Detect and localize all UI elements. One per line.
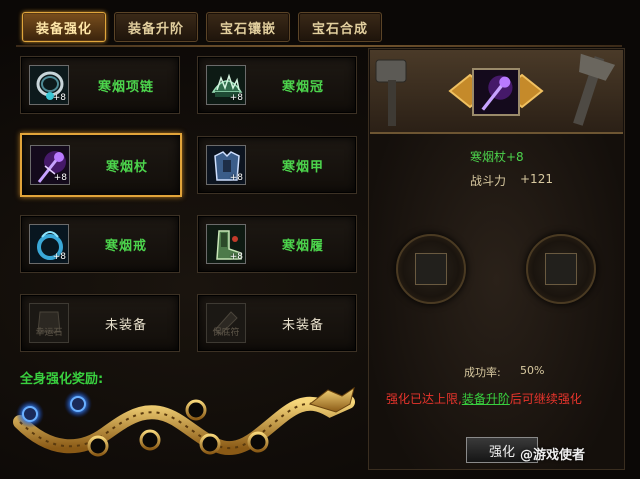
item-level: +8 <box>53 173 67 183</box>
helmet-icon: +8 <box>206 65 246 105</box>
tab-gem-synthesis[interactable]: 宝石合成 <box>298 12 382 42</box>
selected-item-name: 寒烟杖+8 <box>470 150 524 164</box>
tab-equipment-strengthen[interactable]: 装备强化 <box>22 12 106 42</box>
armor-icon: +8 <box>206 145 246 185</box>
message-prefix: 强化已达上限, <box>386 392 462 406</box>
equipment-slot-armor[interactable]: +8 寒烟甲 <box>197 136 357 194</box>
equipment-slot-necklace[interactable]: +8 寒烟项链 <box>20 56 180 114</box>
equipment-name: 寒烟杖 <box>105 159 148 175</box>
equipment-slot-lucky-stone[interactable]: 幸运石 未装备 <box>20 294 180 352</box>
equipment-slot-helmet[interactable]: +8 寒烟冠 <box>197 56 357 114</box>
success-rate-value: 50% <box>520 364 545 377</box>
item-level: +8 <box>52 252 66 262</box>
tab-divider <box>16 45 622 47</box>
empty-material-icon <box>545 253 577 285</box>
item-level: +8 <box>52 93 66 103</box>
selected-equipment-slot[interactable] <box>472 68 520 116</box>
equipment-slot-guarantee-charm[interactable]: 保底符 未装备 <box>197 294 357 352</box>
equipment-name: 寒烟戒 <box>104 238 147 254</box>
tab-equipment-upgrade[interactable]: 装备升阶 <box>114 12 198 42</box>
equipment-forge-window: 装备强化 装备升阶 宝石镶嵌 宝石合成 +8 寒烟项链 +8 寒烟冠 +8 寒烟… <box>0 0 640 479</box>
boots-icon: +8 <box>206 224 246 264</box>
item-level: +8 <box>229 93 243 103</box>
guarantee-charm-icon: 保底符 <box>206 303 246 343</box>
equipment-slot-boots[interactable]: +8 寒烟履 <box>197 215 357 273</box>
equipment-name: 未装备 <box>104 317 147 333</box>
equipment-slot-staff[interactable]: +8 寒烟杖 <box>20 133 182 197</box>
equipment-name: 寒烟履 <box>281 238 324 254</box>
equipment-name: 寒烟甲 <box>281 159 324 175</box>
equipment-name: 寒烟冠 <box>281 79 324 95</box>
equipment-name: 未装备 <box>281 317 324 333</box>
staff-icon: +8 <box>30 145 70 185</box>
success-rate-label: 成功率: <box>464 366 501 379</box>
slot-hint: 保底符 <box>212 328 240 338</box>
watermark: @游戏使者 <box>520 448 586 463</box>
slot-hint: 幸运石 <box>35 328 63 338</box>
material-slot-right[interactable] <box>526 234 596 304</box>
combat-power-label: 战斗力 <box>470 174 507 188</box>
lucky-stone-icon: 幸运石 <box>29 303 69 343</box>
equipment-slot-ring[interactable]: +8 寒烟戒 <box>20 215 180 273</box>
combat-power-value: +121 <box>520 172 553 186</box>
strengthen-limit-message: 强化已达上限,装备升阶后可继续强化 <box>386 390 582 407</box>
tab-gem-inlay[interactable]: 宝石镶嵌 <box>206 12 290 42</box>
equipment-name: 寒烟项链 <box>97 79 154 95</box>
item-level: +8 <box>229 252 243 262</box>
staff-icon <box>474 70 518 114</box>
item-level: +8 <box>229 173 243 183</box>
empty-material-icon <box>415 253 447 285</box>
tab-bar: 装备强化 装备升阶 宝石镶嵌 宝石合成 <box>22 12 382 46</box>
ring-icon: +8 <box>29 224 69 264</box>
dragon-bonus-icon <box>13 386 355 457</box>
upgrade-link[interactable]: 装备升阶 <box>462 392 510 406</box>
material-slot-left[interactable] <box>396 234 466 304</box>
necklace-icon: +8 <box>29 65 69 105</box>
message-suffix: 后可继续强化 <box>509 392 582 406</box>
